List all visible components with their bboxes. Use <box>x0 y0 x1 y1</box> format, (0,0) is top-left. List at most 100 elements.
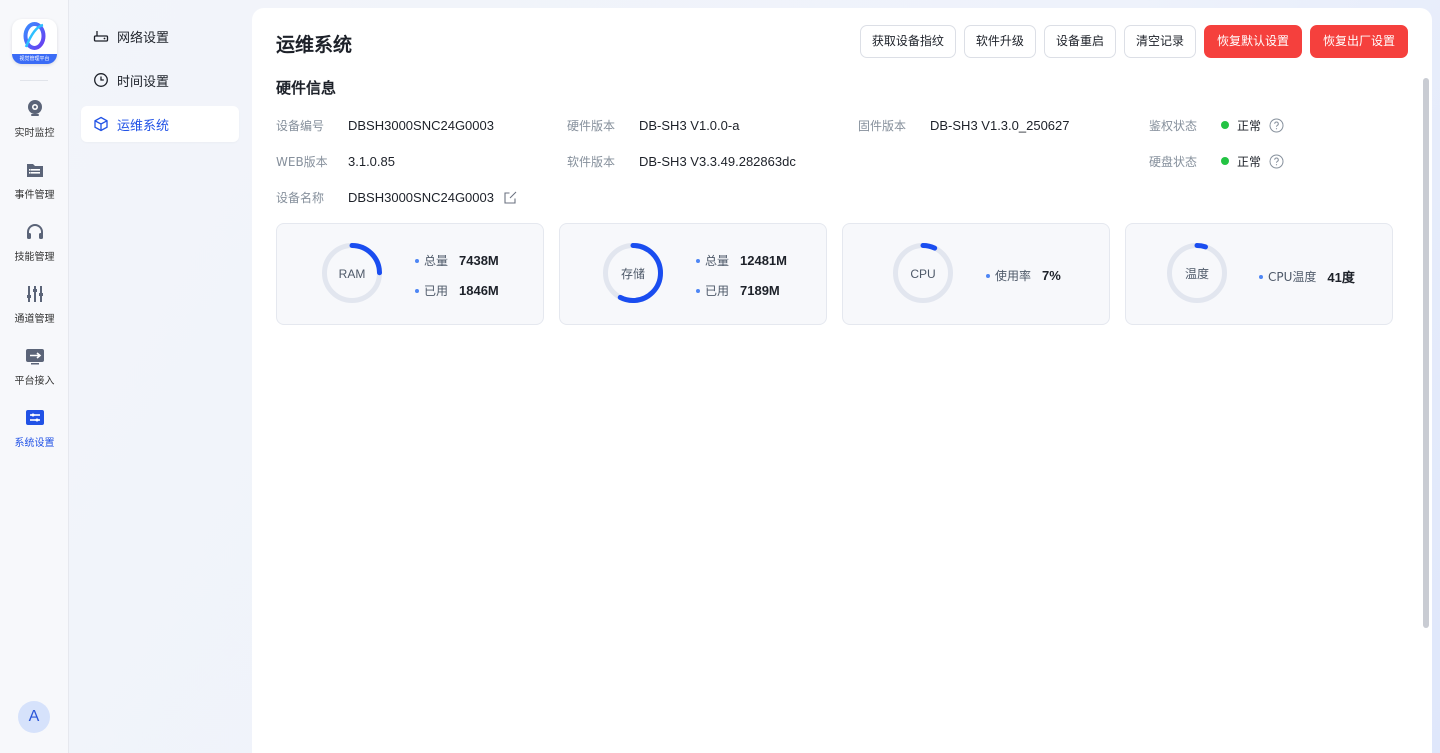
page-title: 运维系统 <box>276 34 353 56</box>
status-ok-dot <box>1221 157 1229 165</box>
stat-label: CPU温度 <box>1268 270 1317 284</box>
help-icon[interactable] <box>1269 154 1284 169</box>
rail-item-label: 实时监控 <box>14 128 55 139</box>
rail-divider <box>20 80 48 81</box>
info-value: DBSH3000SNC24G0003 <box>348 189 494 205</box>
info-value: DBSH3000SNC24G0003 <box>348 117 494 133</box>
cube-icon <box>94 116 108 132</box>
info-hw-version: 硬件版本 DB-SH3 V1.0.0-a <box>567 116 739 134</box>
app-logo[interactable]: 视觉管理平台 <box>12 19 57 64</box>
gauge-label: CPU <box>910 267 936 281</box>
rail-item-skill-manage[interactable]: 技能管理 <box>0 222 69 272</box>
info-label: 硬盘状态 <box>1149 154 1198 169</box>
bullet-dot <box>1259 274 1263 279</box>
factory-reset-button[interactable]: 恢复出厂设置 <box>1309 25 1408 58</box>
main-panel: 运维系统 获取设备指纹 软件升级 设备重启 清空记录 恢复默认设置 恢复出厂设置… <box>252 8 1432 753</box>
info-value: DB-SH3 V1.3.0_250627 <box>930 117 1070 133</box>
bullet-dot <box>696 288 700 293</box>
rail-item-label: 通道管理 <box>14 314 55 325</box>
get-fingerprint-button[interactable]: 获取设备指纹 <box>859 25 956 58</box>
section-title-hardware: 硬件信息 <box>276 79 337 97</box>
device-reboot-button[interactable]: 设备重启 <box>1043 25 1116 58</box>
info-value: 正常 <box>1237 154 1262 169</box>
ram-card: RAM 总量 7438M 已用 1846M <box>276 223 544 325</box>
temperature-card: 温度 CPU温度 41度 <box>1125 223 1393 325</box>
info-value: DB-SH3 V3.3.49.282863dc <box>639 153 796 169</box>
clock-icon <box>94 73 108 87</box>
info-fw-version: 固件版本 DB-SH3 V1.3.0_250627 <box>858 116 1069 134</box>
monitor-camera-icon <box>27 100 42 116</box>
submenu-item-time[interactable]: 时间设置 <box>81 62 239 98</box>
system-settings-icon <box>25 410 44 425</box>
cpu-card: CPU 使用率 7% <box>842 223 1110 325</box>
stat-label: 使用率 <box>995 269 1032 283</box>
submenu-item-label: 运维系统 <box>117 118 170 134</box>
stat-value: 1846M <box>459 283 499 298</box>
help-icon[interactable] <box>1269 118 1284 133</box>
stat-value: 7189M <box>740 283 780 298</box>
sliders-icon <box>26 286 43 302</box>
stat-label: 已用 <box>705 284 730 298</box>
router-icon <box>93 31 109 42</box>
info-label: WEB版本 <box>276 154 328 169</box>
rail-item-realtime-monitor[interactable]: 实时监控 <box>0 98 69 148</box>
scrollbar-thumb[interactable] <box>1423 78 1429 628</box>
rail-item-label: 平台接入 <box>14 376 55 387</box>
submenu-item-label: 时间设置 <box>117 74 170 90</box>
gauge-label: 温度 <box>1184 267 1209 281</box>
stat-label: 总量 <box>705 254 730 268</box>
secondary-menu: 网络设置 时间设置 运维系统 <box>69 0 251 753</box>
left-rail: 视觉管理平台 实时监控 事件管理 技能管理 通道管理 平台接入 系统设置 A <box>0 0 69 753</box>
bullet-dot <box>415 258 419 263</box>
rail-item-system-settings[interactable]: 系统设置 <box>0 408 69 458</box>
storage-total-row: 总量 12481M <box>696 252 787 269</box>
software-upgrade-button[interactable]: 软件升级 <box>963 25 1036 58</box>
info-label: 硬件版本 <box>567 118 616 133</box>
info-value: 3.1.0.85 <box>348 153 395 169</box>
bullet-dot <box>986 273 990 278</box>
logo-caption: 视觉管理平台 <box>12 54 57 64</box>
info-label: 鉴权状态 <box>1149 118 1198 133</box>
edit-icon[interactable] <box>503 190 518 205</box>
vertical-scrollbar[interactable] <box>1423 78 1429 753</box>
info-value: 正常 <box>1237 118 1262 133</box>
cpu-temp-row: CPU温度 41度 <box>1259 267 1355 286</box>
info-sw-version: 软件版本 DB-SH3 V3.3.49.282863dc <box>567 152 796 170</box>
info-web-version: WEB版本 3.1.0.85 <box>276 152 395 170</box>
rail-item-event-manage[interactable]: 事件管理 <box>0 160 69 210</box>
gauge-label: RAM <box>338 267 366 281</box>
info-auth-status: 鉴权状态 正常 <box>1149 116 1284 134</box>
info-label: 设备名称 <box>276 190 325 205</box>
cpu-usage-row: 使用率 7% <box>986 267 1061 284</box>
submenu-item-network[interactable]: 网络设置 <box>81 18 239 54</box>
rail-item-channel-manage[interactable]: 通道管理 <box>0 284 69 334</box>
restore-default-button[interactable]: 恢复默认设置 <box>1203 25 1302 58</box>
toolbar: 获取设备指纹 软件升级 设备重启 清空记录 恢复默认设置 恢复出厂设置 <box>859 25 1408 58</box>
info-label: 软件版本 <box>567 154 616 169</box>
stat-value: 7438M <box>459 253 499 268</box>
status-ok-dot <box>1221 121 1229 129</box>
ram-total-row: 总量 7438M <box>415 252 499 269</box>
submenu-item-ops-system[interactable]: 运维系统 <box>81 106 239 142</box>
event-list-icon <box>26 164 43 177</box>
stat-label: 已用 <box>424 284 449 298</box>
info-value: DB-SH3 V1.0.0-a <box>639 117 740 133</box>
info-device-no: 设备编号 DBSH3000SNC24G0003 <box>276 116 494 134</box>
bullet-dot <box>415 288 419 293</box>
bullet-dot <box>696 258 700 263</box>
submenu-item-label: 网络设置 <box>117 30 170 46</box>
rail-item-platform-access[interactable]: 平台接入 <box>0 346 69 396</box>
stat-value: 12481M <box>740 253 787 268</box>
gauge-label: 存储 <box>620 267 645 281</box>
clear-records-button[interactable]: 清空记录 <box>1123 25 1196 58</box>
user-avatar[interactable]: A <box>18 701 50 733</box>
rail-item-label: 系统设置 <box>14 438 55 449</box>
stat-value: 41度 <box>1327 270 1355 285</box>
platform-access-icon <box>25 349 44 365</box>
info-label: 设备编号 <box>276 118 325 133</box>
rail-item-label: 技能管理 <box>14 252 55 263</box>
storage-card: 存储 总量 12481M 已用 7189M <box>559 223 827 325</box>
headset-icon <box>26 224 43 239</box>
stat-value: 7% <box>1042 268 1061 283</box>
stat-label: 总量 <box>424 254 449 268</box>
